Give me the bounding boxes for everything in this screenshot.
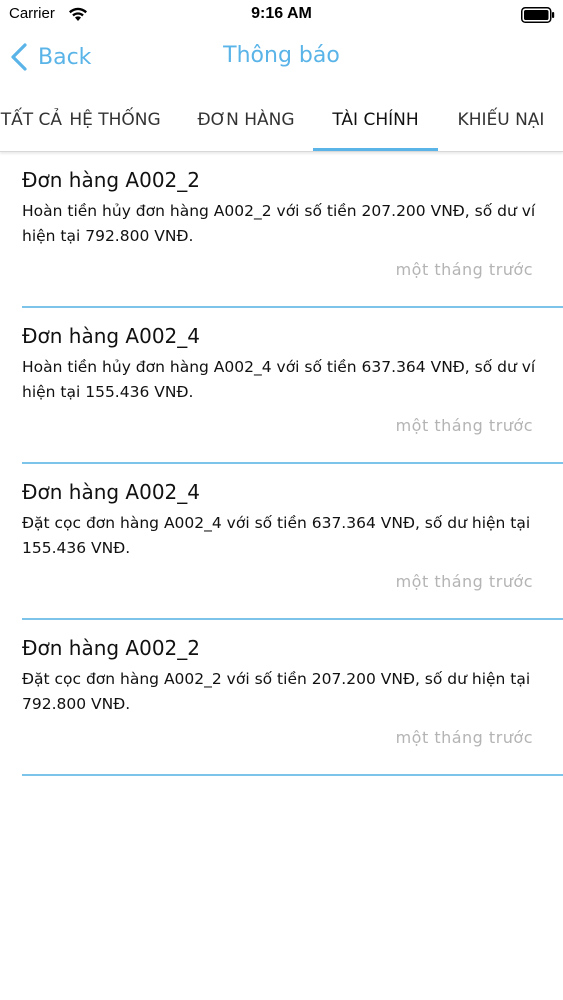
tab-all[interactable]: TẤT CẢ	[0, 88, 62, 151]
divider	[22, 618, 563, 620]
notification-title: Đơn hàng A002_4	[22, 324, 201, 348]
notification-item[interactable]: Đơn hàng A002_2 Đặt cọc đơn hàng A002_2 …	[0, 621, 563, 777]
tab-finance[interactable]: TÀI CHÍNH	[313, 88, 438, 151]
notification-item[interactable]: Đơn hàng A002_4 Hoàn tiền hủy đơn hàng A…	[0, 309, 563, 465]
nav-bar: Back Thông báo	[0, 30, 563, 86]
divider	[22, 462, 563, 464]
notification-body: Hoàn tiền hủy đơn hàng A002_2 với số tiề…	[22, 202, 536, 245]
divider	[22, 306, 563, 308]
page-title: Thông báo	[223, 43, 340, 68]
notification-title: Đơn hàng A002_2	[22, 636, 201, 660]
notification-item[interactable]: Đơn hàng A002_2 Hoàn tiền hủy đơn hàng A…	[0, 153, 563, 309]
notification-time: một tháng trước	[395, 572, 533, 591]
status-time: 9:16 AM	[251, 5, 312, 22]
battery-icon	[521, 7, 555, 23]
tab-orders[interactable]: ĐƠN HÀNG	[186, 88, 306, 151]
divider	[22, 774, 563, 776]
notification-time: một tháng trước	[395, 416, 533, 435]
tab-complaints[interactable]: KHIẾU NẠI	[446, 88, 556, 151]
notification-time: một tháng trước	[395, 728, 533, 747]
notification-body: Đặt cọc đơn hàng A002_2 với số tiền 207.…	[22, 670, 531, 713]
notification-list: Đơn hàng A002_2 Hoàn tiền hủy đơn hàng A…	[0, 153, 563, 777]
notification-item[interactable]: Đơn hàng A002_4 Đặt cọc đơn hàng A002_4 …	[0, 465, 563, 621]
status-bar: Carrier 9:16 AM	[0, 0, 563, 30]
notification-title: Đơn hàng A002_4	[22, 480, 201, 504]
tab-system[interactable]: HỆ THỐNG	[60, 88, 170, 151]
active-tab-indicator	[313, 148, 438, 151]
notification-body: Hoàn tiền hủy đơn hàng A002_4 với số tiề…	[22, 358, 536, 401]
notification-title: Đơn hàng A002_2	[22, 168, 201, 192]
category-tabs: TẤT CẢ HỆ THỐNG ĐƠN HÀNG TÀI CHÍNH KHIẾU…	[0, 88, 563, 152]
notification-time: một tháng trước	[395, 260, 533, 279]
notification-body: Đặt cọc đơn hàng A002_4 với số tiền 637.…	[22, 514, 531, 557]
